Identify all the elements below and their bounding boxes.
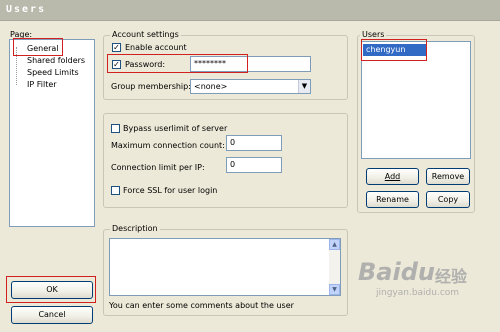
description-legend: Description (110, 224, 160, 233)
users-legend: Users (360, 30, 387, 39)
title-bar: Users (0, 0, 500, 21)
highlight-general (13, 38, 63, 56)
cancel-button[interactable]: Cancel (11, 306, 93, 324)
watermark-brand: Baidu (358, 258, 435, 286)
remove-button[interactable]: Remove (426, 168, 470, 185)
description-hint: You can enter some comments about the us… (109, 301, 294, 310)
description-scrollbar[interactable]: ▲ ▼ (329, 239, 340, 295)
enable-account-checkbox[interactable]: ✓ (112, 43, 121, 52)
max-connection-field[interactable]: 0 (226, 135, 282, 151)
copy-button-label: Copy (437, 195, 459, 204)
remove-button-label: Remove (431, 172, 465, 181)
group-membership-value: <none> (194, 82, 228, 91)
scroll-up-icon[interactable]: ▲ (329, 239, 340, 250)
account-settings-legend: Account settings (110, 30, 181, 39)
add-button[interactable]: Add (366, 168, 419, 185)
description-textarea[interactable]: ▲ ▼ (109, 238, 341, 296)
group-membership-select[interactable]: <none> ▼ (190, 79, 311, 94)
highlight-password (107, 54, 248, 73)
page-tree[interactable]: General Shared folders Speed Limits IP F… (9, 39, 95, 227)
rename-button-label: Rename (376, 195, 409, 204)
max-connection-label: Maximum connection count: (111, 141, 225, 150)
force-ssl-label: Force SSL for user login (123, 186, 218, 195)
tree-item-speed-limits[interactable]: Speed Limits (27, 68, 79, 77)
tree-item-ip-filter[interactable]: IP Filter (27, 80, 57, 89)
bypass-checkbox[interactable] (111, 124, 120, 133)
tree-item-shared-folders[interactable]: Shared folders (27, 56, 85, 65)
enable-account-label: Enable account (125, 43, 187, 52)
scroll-down-icon[interactable]: ▼ (329, 284, 340, 295)
group-membership-label: Group membership: (111, 82, 191, 91)
window-title: Users (6, 4, 47, 15)
force-ssl-checkbox[interactable] (111, 186, 120, 195)
connection-limit-field[interactable]: 0 (226, 157, 282, 173)
connection-limit-label: Connection limit per IP: (111, 163, 205, 172)
watermark-cn: 经验 (435, 267, 468, 286)
rename-button[interactable]: Rename (366, 191, 419, 208)
chevron-down-icon[interactable]: ▼ (298, 80, 310, 93)
highlight-user (361, 39, 427, 61)
cancel-button-label: Cancel (38, 310, 66, 319)
highlight-ok (6, 276, 96, 303)
bypass-label: Bypass userlimit of server (123, 124, 228, 133)
copy-button[interactable]: Copy (426, 191, 470, 208)
add-button-label: Add (384, 172, 401, 181)
watermark-url: jingyan.baidu.com (376, 288, 460, 298)
